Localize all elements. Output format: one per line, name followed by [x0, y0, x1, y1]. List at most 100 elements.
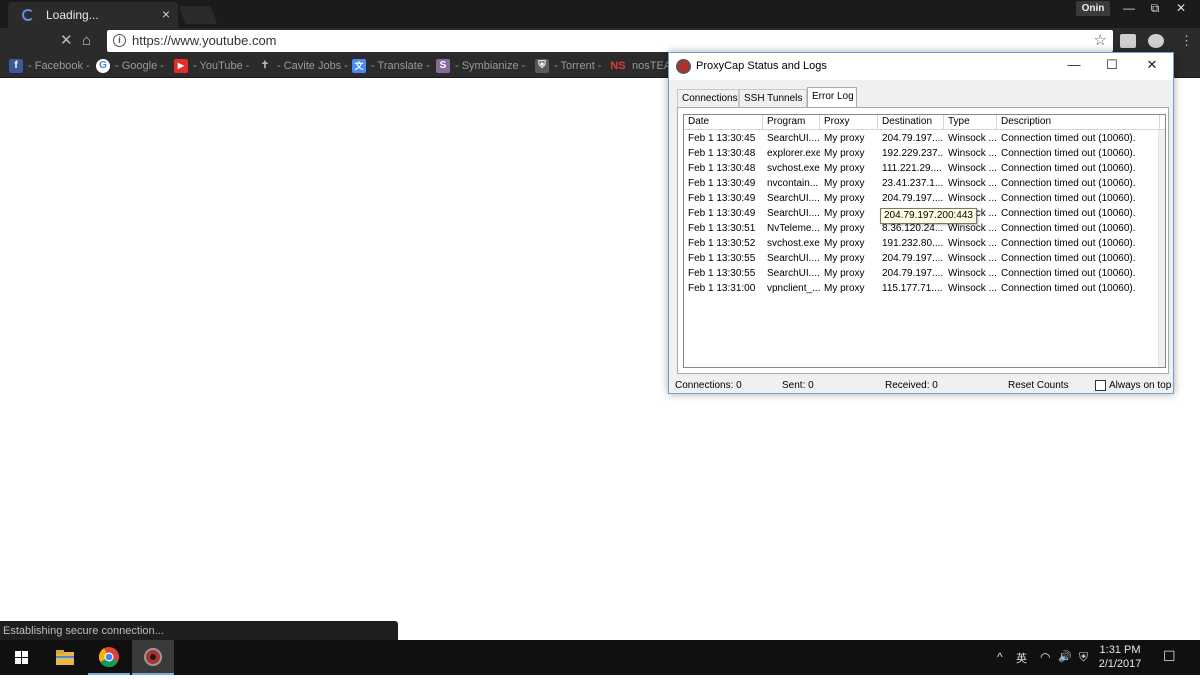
ime-icon[interactable]: 英: [1016, 650, 1027, 666]
status-bubble: Establishing secure connection...: [0, 621, 398, 640]
cell-date: Feb 1 13:30:49: [688, 208, 756, 219]
maximize-icon[interactable]: ☐: [1097, 57, 1127, 73]
clock-date: 2/1/2017: [1098, 658, 1142, 670]
chrome-taskbar-button[interactable]: [88, 640, 130, 675]
cell-type: Winsock ...: [948, 163, 997, 174]
loading-spinner-icon: [22, 9, 34, 21]
profile-button[interactable]: Onin: [1076, 1, 1110, 16]
error-log-list[interactable]: Date Program Proxy Destination Type Desc…: [683, 114, 1166, 368]
list-header: Date Program Proxy Destination Type Desc…: [684, 115, 1165, 130]
cell-proxy: My proxy: [824, 193, 865, 204]
always-on-top-checkbox[interactable]: [1095, 380, 1106, 391]
cell-destination: 8.36.120.24...: [882, 223, 944, 234]
table-row[interactable]: Feb 1 13:30:48 explorer.exe My proxy 192.22…: [684, 147, 1165, 162]
bookmark-item[interactable]: f - Facebook -: [9, 59, 90, 73]
table-row[interactable]: Feb 1 13:31:00 vpnclient_... My proxy 115.1…: [684, 282, 1165, 297]
tab-error-log[interactable]: Error Log: [807, 87, 857, 107]
table-row[interactable]: Feb 1 13:30:49 SearchUI.... My proxy 204.79…: [684, 192, 1165, 207]
cell-destination: 192.229.237....: [882, 148, 944, 159]
cell-date: Feb 1 13:30:55: [688, 268, 756, 279]
tab-connections[interactable]: Connections: [677, 89, 739, 107]
new-tab-button[interactable]: [178, 6, 218, 24]
windows-logo-icon: [15, 651, 28, 664]
vertical-scrollbar[interactable]: [1158, 130, 1165, 367]
cell-description: Connection timed out (10060).: [1001, 163, 1136, 174]
bookmark-item[interactable]: ▶ - YouTube -: [174, 59, 249, 73]
table-row[interactable]: Feb 1 13:30:51 NvTeleme... My proxy 8.36.12…: [684, 222, 1165, 237]
youtube-icon: ▶: [174, 59, 188, 73]
close-icon[interactable]: ✕: [1137, 57, 1167, 73]
tab-close-icon[interactable]: ×: [162, 6, 170, 22]
wifi-icon[interactable]: ◠: [1040, 650, 1050, 664]
cell-program: SearchUI....: [767, 208, 820, 219]
table-row[interactable]: Feb 1 13:30:55 SearchUI.... My proxy 204.79…: [684, 267, 1165, 282]
table-row[interactable]: Feb 1 13:30:48 svchost.exe My proxy 111.221…: [684, 162, 1165, 177]
home-icon[interactable]: ⌂: [82, 32, 91, 50]
file-explorer-taskbar-button[interactable]: [44, 640, 86, 675]
column-header-proxy[interactable]: Proxy: [820, 115, 878, 130]
taskbar-clock[interactable]: 1:31 PM 2/1/2017: [1098, 643, 1142, 671]
reset-counts-button[interactable]: Reset Counts: [1008, 380, 1069, 391]
restore-icon[interactable]: ⧉: [1142, 0, 1168, 16]
minimize-icon[interactable]: —: [1116, 0, 1142, 16]
menu-icon[interactable]: ⋮: [1180, 32, 1193, 50]
start-button[interactable]: [0, 640, 42, 675]
security-shield-icon[interactable]: ⛨: [1079, 650, 1088, 665]
volume-icon[interactable]: 🔊: [1058, 650, 1072, 663]
cell-proxy: My proxy: [824, 223, 865, 234]
proxycap-taskbar-button[interactable]: [132, 640, 174, 675]
cell-type: Winsock ...: [948, 178, 997, 189]
folder-icon: [56, 650, 74, 665]
cell-type: Winsock ...: [948, 268, 997, 279]
cell-program: SearchUI....: [767, 193, 820, 204]
cell-program: NvTeleme...: [767, 223, 820, 234]
minimize-icon[interactable]: —: [1059, 57, 1089, 72]
extension-icon[interactable]: [1120, 34, 1136, 48]
table-row[interactable]: Feb 1 13:30:55 SearchUI.... My proxy 204.79…: [684, 252, 1165, 267]
error-log-panel: Date Program Proxy Destination Type Desc…: [677, 107, 1169, 374]
bookmark-item[interactable]: ⛨ - Torrent -: [535, 59, 601, 73]
cell-destination: 204.79.197....: [882, 268, 944, 279]
cell-proxy: My proxy: [824, 163, 865, 174]
cell-type: Winsock ...: [948, 238, 997, 249]
cell-type: Winsock ...: [948, 193, 997, 204]
received-count: Received: 0: [885, 380, 938, 391]
site-info-icon[interactable]: i: [113, 34, 126, 47]
column-header-type[interactable]: Type: [944, 115, 997, 130]
column-header-date[interactable]: Date: [684, 115, 763, 130]
tab-youtube[interactable]: Loading... ×: [8, 2, 178, 28]
bookmark-star-icon[interactable]: ☆: [1094, 31, 1107, 49]
url-text[interactable]: https://www.youtube.com: [132, 33, 277, 48]
close-window-icon[interactable]: ✕: [1168, 0, 1194, 16]
cell-description: Connection timed out (10060).: [1001, 223, 1136, 234]
column-header-description[interactable]: Description: [997, 115, 1160, 130]
table-row[interactable]: Feb 1 13:30:52 svchost.exe My proxy 191.232…: [684, 237, 1165, 252]
cell-proxy: My proxy: [824, 238, 865, 249]
cell-program: explorer.exe: [767, 148, 820, 159]
show-hidden-icons-icon[interactable]: ^: [997, 650, 1003, 664]
table-row[interactable]: Feb 1 13:30:45 SearchUI.... My proxy 204.79…: [684, 132, 1165, 147]
destination-tooltip: 204.79.197.200:443: [880, 208, 977, 224]
cell-description: Connection timed out (10060).: [1001, 148, 1136, 159]
notification-center-icon[interactable]: ☐: [1163, 648, 1176, 665]
tab-ssh-tunnels[interactable]: SSH Tunnels: [739, 89, 807, 107]
table-row[interactable]: Feb 1 13:30:49 nvcontain... My proxy 23.41.…: [684, 177, 1165, 192]
stop-loading-icon[interactable]: ✕: [60, 32, 73, 50]
column-header-program[interactable]: Program: [763, 115, 820, 130]
cell-program: nvcontain...: [767, 178, 819, 189]
column-header-destination[interactable]: Destination: [878, 115, 944, 130]
cell-program: svchost.exe: [767, 238, 820, 249]
address-bar[interactable]: i https://www.youtube.com ☆: [107, 30, 1113, 52]
bookmark-item[interactable]: G - Google -: [96, 59, 164, 73]
proxycap-icon: [144, 648, 162, 666]
always-on-top-label[interactable]: Always on top: [1109, 380, 1171, 391]
cell-date: Feb 1 13:31:00: [688, 283, 756, 294]
extension-icon[interactable]: [1148, 34, 1164, 48]
dialog-title-bar[interactable]: ProxyCap Status and Logs — ☐ ✕: [669, 53, 1173, 80]
bookmark-item[interactable]: S - Symbianize -: [436, 59, 525, 73]
cell-description: Connection timed out (10060).: [1001, 253, 1136, 264]
cell-description: Connection timed out (10060).: [1001, 178, 1136, 189]
bookmark-item[interactable]: 文 - Translate -: [352, 59, 430, 73]
bookmark-item[interactable]: ✝ - Cavite Jobs -: [258, 59, 348, 73]
cell-program: vpnclient_...: [767, 283, 820, 294]
